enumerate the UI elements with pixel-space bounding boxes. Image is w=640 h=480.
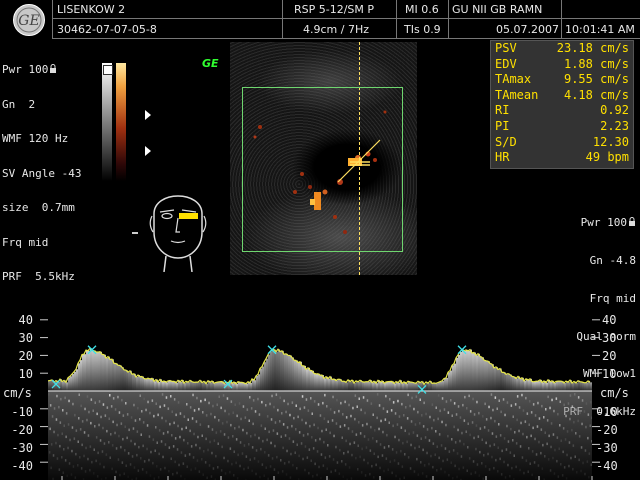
measurement-row: PI 2.23 xyxy=(495,118,629,133)
patient-name: LISENKOW 2 xyxy=(57,3,126,16)
ge-watermark: GE xyxy=(202,57,219,70)
exam-date: 05.07.2007 xyxy=(496,23,559,36)
patient-id: 30462-07-07-05-8 xyxy=(57,23,157,36)
color-scale-arrows xyxy=(145,110,151,156)
measurement-row: HR 49 bpm xyxy=(495,150,629,165)
measurement-row: PSV 23.18 cm/s xyxy=(495,41,629,55)
param-power: Pwr 100 xyxy=(2,64,81,76)
grayscale-map-bar xyxy=(102,63,112,181)
param-frequency: Frq mid xyxy=(2,235,49,249)
thermal-index: TIs 0.9 xyxy=(404,23,441,36)
doppler-settings-left: Pwr 100 Gn 2 WMF 120 Hz SV Angle -43 siz… xyxy=(2,41,81,294)
param-prf: PRF 5.5kHz xyxy=(2,270,75,283)
axis-ticks xyxy=(40,319,600,480)
color-bar-marker-top xyxy=(103,65,113,75)
lock-icon xyxy=(50,64,57,73)
measurement-row: TAmax 9.55 cm/s xyxy=(495,72,629,87)
param-sample-size: size 0.7mm xyxy=(2,201,75,214)
param-gain: Gn 2 xyxy=(2,97,36,111)
measurement-row: RI 0.92 xyxy=(495,103,629,118)
param-power: Pwr 100 xyxy=(563,216,636,230)
param-sv-angle: SV Angle -43 xyxy=(2,166,82,180)
measurement-results-panel: PSV 23.18 cm/s EDV 1.88 cm/s TAmax 9.55 cm/… xyxy=(490,40,634,169)
color-map-bar xyxy=(116,63,126,181)
left-tick xyxy=(132,232,138,234)
color-roi-box[interactable] xyxy=(242,87,403,252)
measurement-row: TAmean 4.18 cm/s xyxy=(495,87,629,102)
param-gain: Gn -4.8 xyxy=(589,253,636,267)
institution-name: GU NII GB RAMN xyxy=(452,3,543,16)
ge-logo: GE xyxy=(13,4,45,36)
face-body-marker-icon xyxy=(149,195,207,272)
exam-time: 10:01:41 AM xyxy=(565,23,635,36)
measurement-row: S/D 12.30 xyxy=(495,134,629,149)
depth-frequency: 4.9cm / 7Hz xyxy=(303,23,369,36)
param-wall-filter: WMF 120 Hz xyxy=(2,132,69,145)
svg-text:GE: GE xyxy=(18,13,39,29)
probe-name: RSP 5-12/SM P xyxy=(294,3,375,16)
lock-icon xyxy=(629,217,635,227)
mechanical-index: MI 0.6 xyxy=(405,3,439,16)
measurement-row: EDV 1.88 cm/s xyxy=(495,56,629,71)
